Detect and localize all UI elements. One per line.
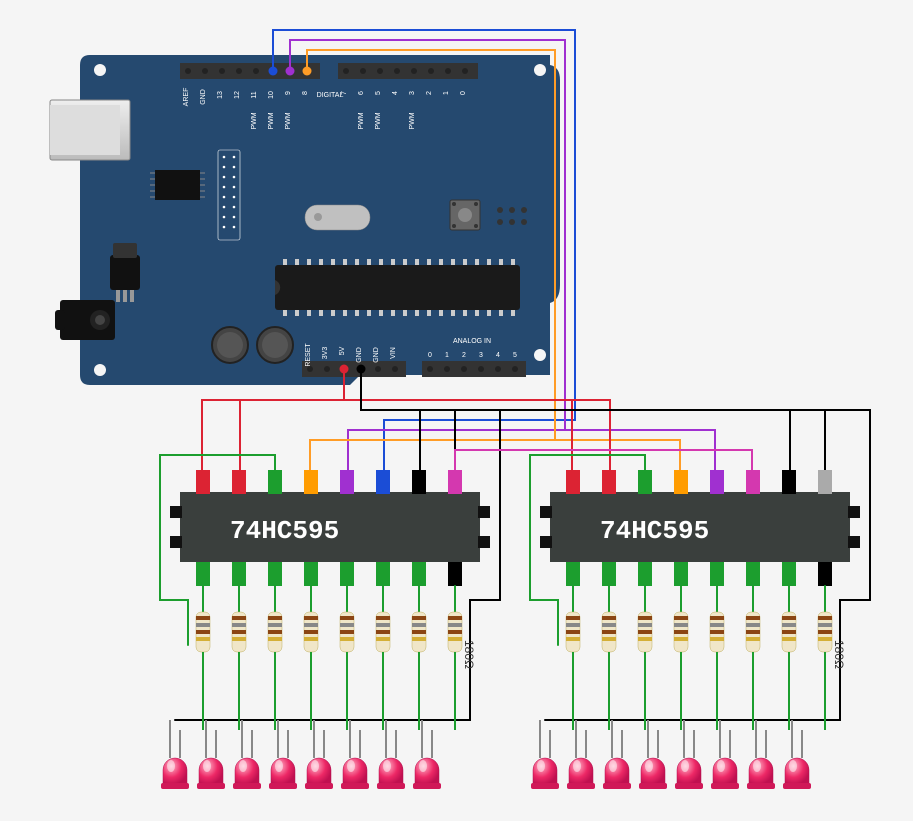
- svg-text:0: 0: [428, 352, 432, 359]
- svg-text:74HC595: 74HC595: [600, 516, 709, 546]
- svg-text:5: 5: [513, 352, 517, 359]
- svg-text:PWM: PWM: [268, 112, 275, 129]
- svg-text:GND: GND: [373, 347, 380, 363]
- svg-text:PWM: PWM: [285, 112, 292, 129]
- svg-text:5: 5: [375, 91, 382, 95]
- svg-text:11: 11: [251, 91, 258, 98]
- svg-text:GND: GND: [200, 89, 207, 105]
- ic1-74hc595: 74HC595: [170, 470, 490, 586]
- arduino-board: []: [50, 55, 560, 385]
- svg-text:2: 2: [426, 91, 433, 95]
- svg-text:2: 2: [462, 352, 466, 359]
- svg-text:PWM: PWM: [358, 112, 365, 129]
- svg-text:9: 9: [285, 91, 292, 95]
- svg-text:PWM: PWM: [409, 112, 416, 129]
- led-bank-2: [531, 586, 832, 789]
- ic2-74hc595: 74HC595: [540, 470, 860, 586]
- svg-text:74HC595: 74HC595: [230, 516, 339, 546]
- led-bank-1: [161, 586, 462, 789]
- svg-text:0: 0: [460, 91, 467, 95]
- svg-text:12: 12: [234, 91, 241, 99]
- svg-text:13: 13: [217, 91, 224, 99]
- svg-text:RESET: RESET: [305, 343, 312, 367]
- svg-text:PWM: PWM: [251, 112, 258, 129]
- svg-text:10: 10: [268, 91, 275, 99]
- svg-text:8: 8: [302, 91, 309, 95]
- svg-text:GND: GND: [356, 347, 363, 363]
- svg-text:1: 1: [445, 352, 449, 359]
- svg-text:DIGITAL: DIGITAL: [317, 92, 344, 99]
- svg-text:6: 6: [358, 91, 365, 95]
- circuit-diagram: []: [0, 0, 913, 821]
- resistor-label-2: 180Ω: [832, 640, 846, 669]
- svg-text:3: 3: [479, 352, 483, 359]
- resistor-label-1: 180Ω: [462, 640, 476, 669]
- svg-text:1: 1: [443, 91, 450, 95]
- svg-text:4: 4: [392, 91, 399, 95]
- svg-text:3V3: 3V3: [322, 347, 329, 360]
- svg-text:VIN: VIN: [390, 347, 397, 359]
- svg-text:AREF: AREF: [183, 88, 190, 107]
- svg-text:5V: 5V: [339, 346, 346, 355]
- svg-text:3: 3: [409, 91, 416, 95]
- svg-text:ANALOG IN: ANALOG IN: [453, 338, 491, 345]
- svg-text:4: 4: [496, 352, 500, 359]
- svg-text:PWM: PWM: [375, 112, 382, 129]
